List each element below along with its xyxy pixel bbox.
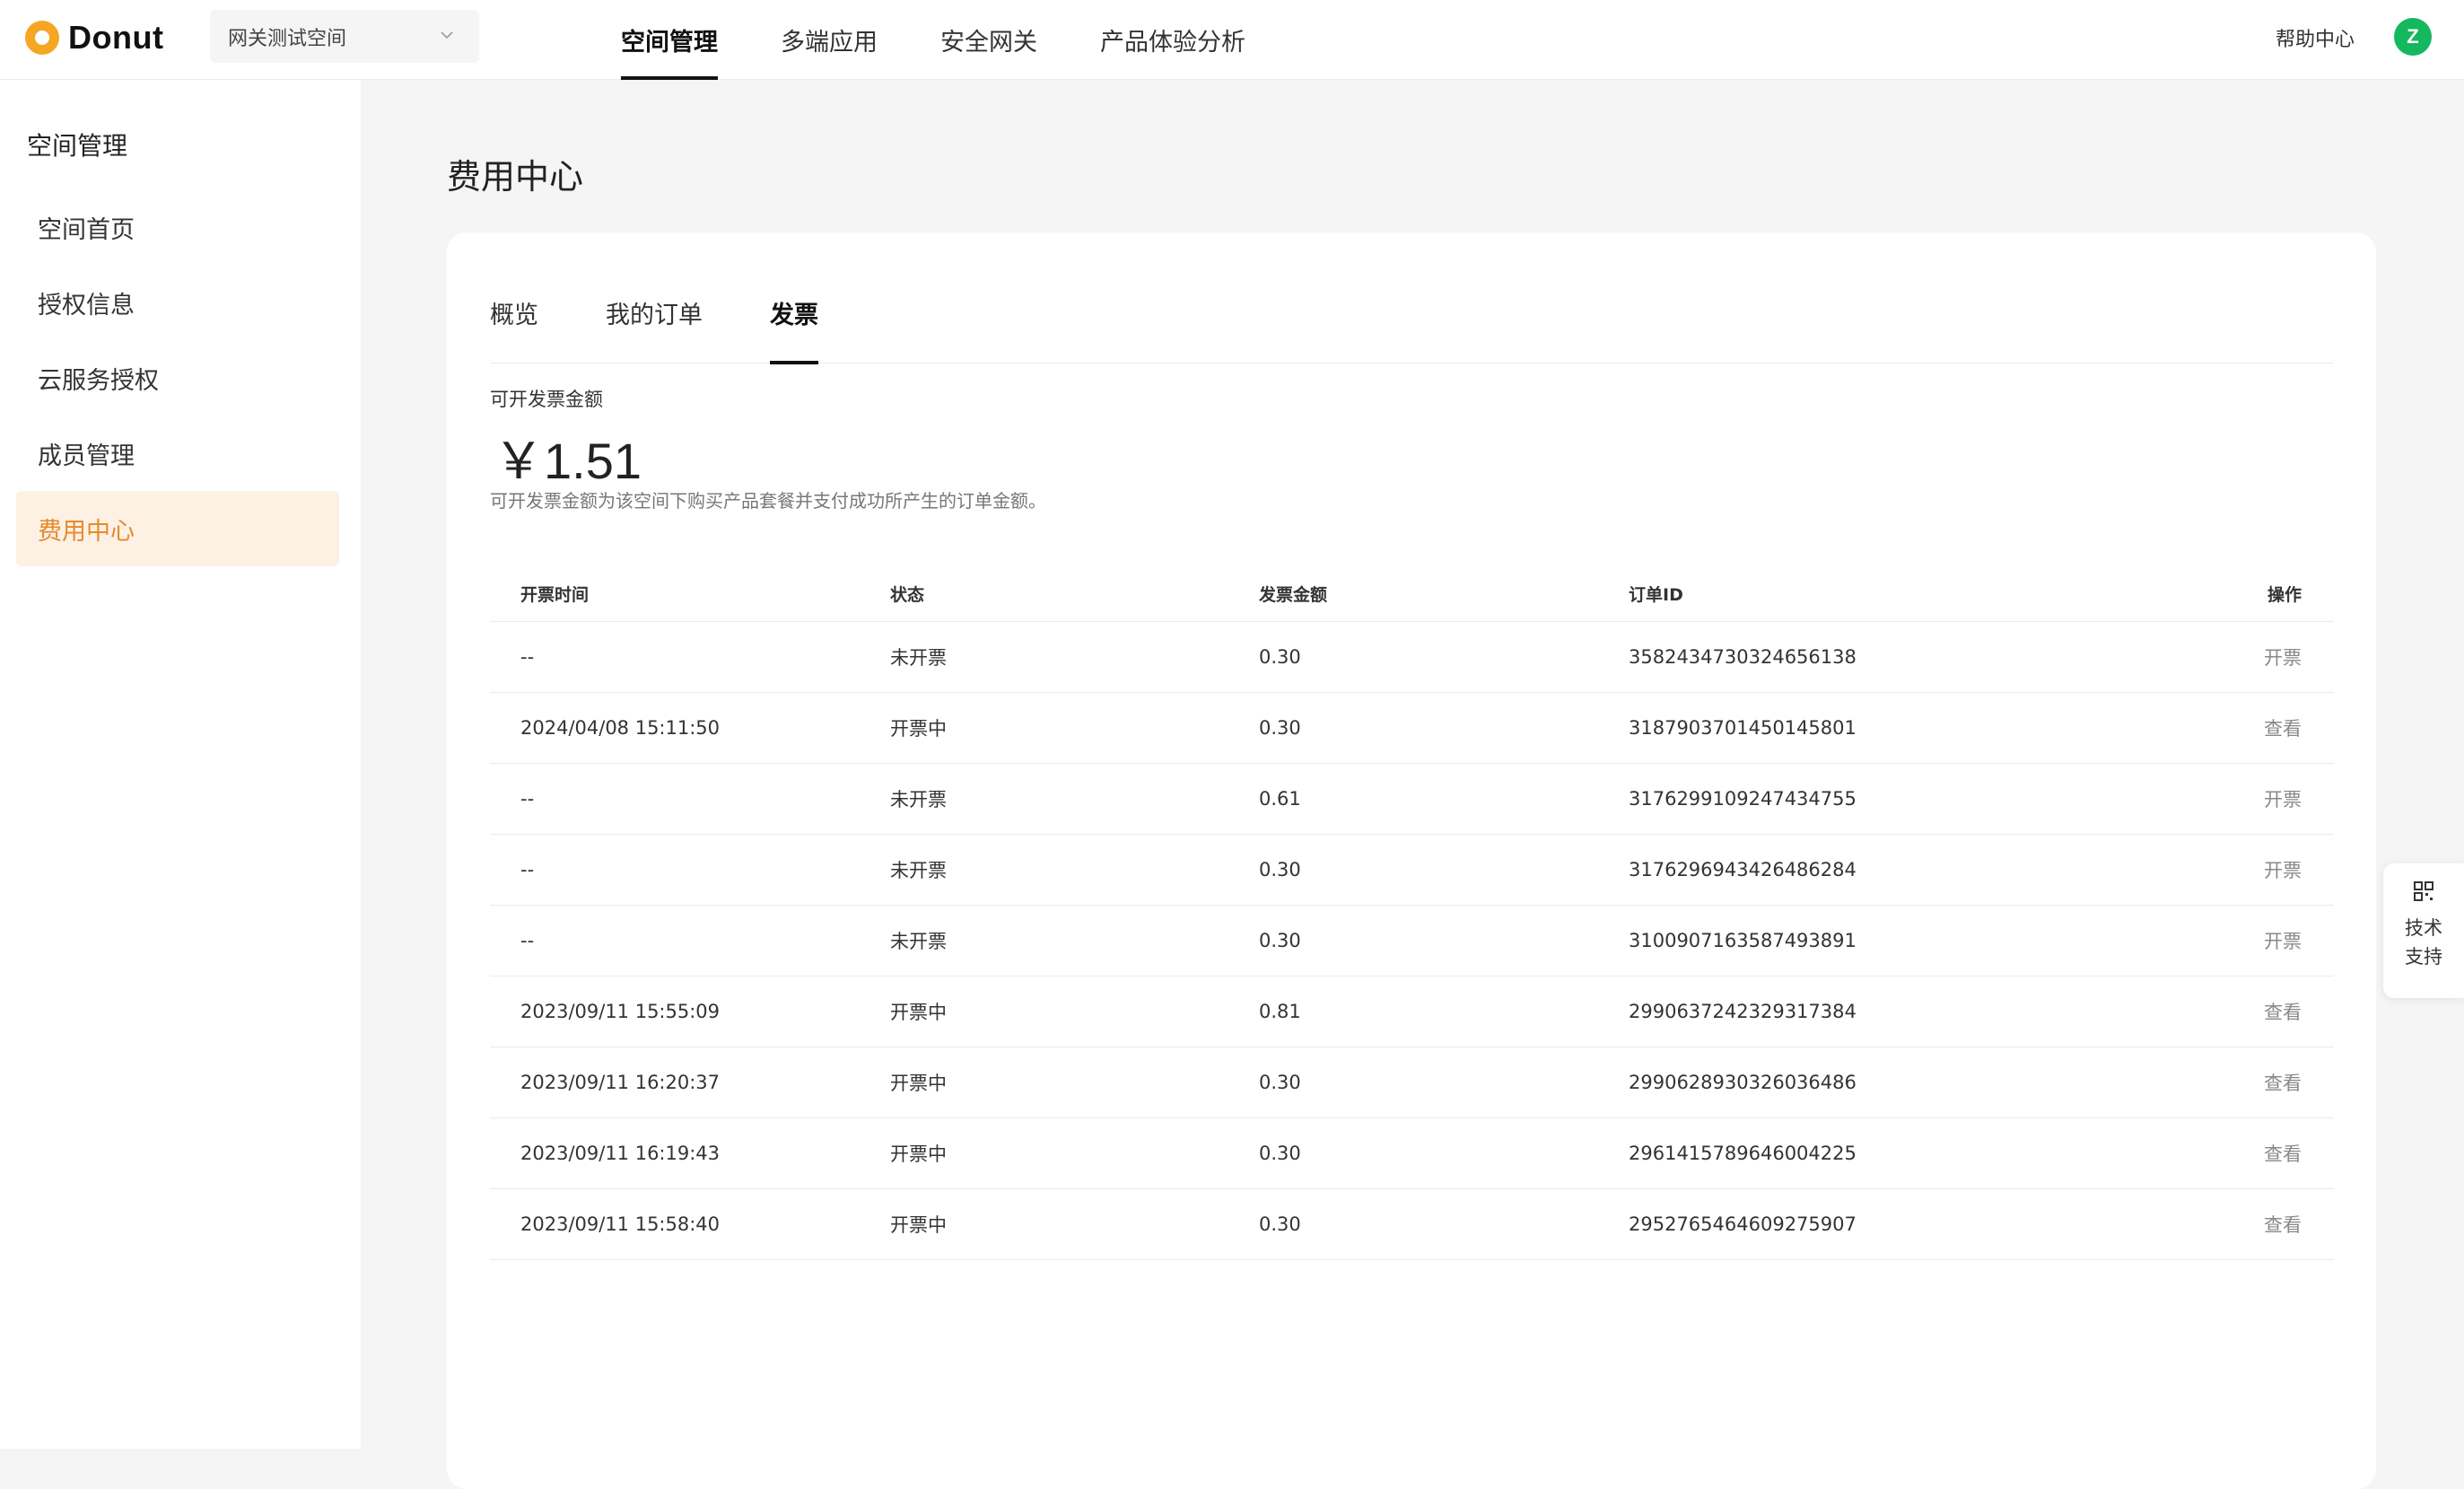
sidebar-title: 空间管理	[27, 131, 128, 161]
cell-status: 开票中	[890, 1073, 947, 1094]
table-row: -- 未开票 0.30 3582434730324656138 开票	[490, 622, 2334, 693]
cell-time: 2023/09/11 16:19:43	[520, 1143, 721, 1164]
donut-logo-icon	[25, 21, 59, 55]
cell-amount: 0.30	[1259, 1072, 1301, 1093]
help-center-link[interactable]: 帮助中心	[2276, 23, 2355, 52]
cell-time: --	[520, 930, 535, 951]
invoice-table: 开票时间 状态 发票金额 订单ID 操作 -- 未开票 0.30 3582434730…	[490, 566, 2334, 1260]
main-nav: 空间管理 多端应用 安全网关 产品体验分析	[621, 0, 1308, 80]
cell-amount: 0.30	[1259, 1143, 1301, 1164]
cell-order-id: 3582434730324656138	[1629, 646, 1857, 668]
cell-action-link[interactable]: 开票	[2264, 927, 2302, 954]
column-header-status: 状态	[890, 585, 925, 605]
table-row: 2023/09/11 16:20:37 开票中 0.30 29906289303260…	[490, 1047, 2334, 1118]
cell-status: 开票中	[890, 1002, 947, 1023]
cell-action-link[interactable]: 开票	[2264, 644, 2302, 670]
column-header-action: 操作	[2267, 585, 2302, 605]
cell-time: 2023/09/11 15:55:09	[520, 1001, 721, 1022]
space-selector-value: 网关测试空间	[228, 27, 347, 50]
invoiceable-amount-label: 可开发票金额	[490, 389, 603, 410]
table-row: -- 未开票 0.30 3176296943426486284 开票	[490, 835, 2334, 906]
cell-action-link[interactable]: 查看	[2264, 714, 2302, 741]
table-row: 2023/09/11 15:55:09 开票中 0.81 29906372423293…	[490, 977, 2334, 1047]
table-header: 开票时间 状态 发票金额 订单ID 操作	[490, 566, 2334, 622]
cell-action-link[interactable]: 开票	[2264, 785, 2302, 812]
sidebar-item-cloud-service-auth[interactable]: 云服务授权	[16, 340, 339, 416]
sidebar-item-space-home[interactable]: 空间首页	[16, 189, 339, 265]
cell-action-link[interactable]: 开票	[2264, 856, 2302, 883]
cell-time: --	[520, 788, 535, 810]
cell-time: 2023/09/11 16:20:37	[520, 1072, 721, 1093]
cell-time: 2023/09/11 15:58:40	[520, 1213, 721, 1235]
sidebar: 空间管理 空间首页 授权信息 云服务授权 成员管理 费用中心	[0, 80, 361, 1449]
cell-status: 开票中	[890, 1214, 947, 1236]
qr-code-icon	[2414, 881, 2433, 901]
sidebar-item-members[interactable]: 成员管理	[16, 416, 339, 491]
cell-time: --	[520, 646, 535, 668]
table-row: -- 未开票 0.61 3176299109247434755 开票	[490, 764, 2334, 835]
avatar[interactable]: Z	[2394, 18, 2432, 56]
cell-amount: 0.30	[1259, 646, 1301, 668]
cell-amount: 0.30	[1259, 717, 1301, 739]
cell-time: 2024/04/08 15:11:50	[520, 717, 721, 739]
nav-product-analytics[interactable]: 产品体验分析	[1100, 0, 1245, 80]
cell-time: --	[520, 859, 535, 880]
cell-order-id: 3176296943426486284	[1629, 859, 1857, 880]
table-row: -- 未开票 0.30 3100907163587493891 开票	[490, 906, 2334, 977]
sidebar-item-billing-center[interactable]: 费用中心	[16, 491, 339, 566]
page-title: 费用中心	[447, 157, 584, 197]
nav-space-management[interactable]: 空间管理	[621, 0, 718, 80]
cell-status: 开票中	[890, 718, 947, 740]
cell-status: 开票中	[890, 1143, 947, 1165]
column-header-amount: 发票金额	[1259, 585, 1328, 605]
cell-amount: 0.30	[1259, 859, 1301, 880]
tech-support-widget[interactable]: 技术支持	[2383, 863, 2464, 998]
invoice-card: 概览 我的订单 发票 可开发票金额 ￥1.51 可开发票金额为该空间下购买产品套…	[447, 232, 2376, 1489]
space-selector[interactable]: 网关测试空间	[210, 10, 479, 63]
cell-status: 未开票	[890, 931, 947, 952]
tab-my-orders[interactable]: 我的订单	[606, 288, 703, 363]
cell-status: 未开票	[890, 789, 947, 810]
tab-overview[interactable]: 概览	[490, 288, 538, 363]
table-row: 2024/04/08 15:11:50 开票中 0.30 31879037014501…	[490, 693, 2334, 764]
cell-action-link[interactable]: 查看	[2264, 1069, 2302, 1096]
invoiceable-amount-description: 可开发票金额为该空间下购买产品套餐并支付成功所产生的订单金额。	[490, 490, 1046, 512]
tab-invoices[interactable]: 发票	[770, 288, 818, 364]
table-body: -- 未开票 0.30 3582434730324656138 开票 2024/04/08…	[490, 622, 2334, 1260]
column-header-order-id: 订单ID	[1629, 585, 1683, 605]
table-row: 2023/09/11 16:19:43 开票中 0.30 29614157896460…	[490, 1118, 2334, 1189]
top-bar: Donut 网关测试空间 空间管理 多端应用 安全网关 产品体验分析 帮助中心 …	[0, 0, 2464, 80]
sidebar-item-license-info[interactable]: 授权信息	[16, 265, 339, 340]
cell-order-id: 3176299109247434755	[1629, 788, 1857, 810]
nav-multi-platform-apps[interactable]: 多端应用	[781, 0, 878, 80]
cell-order-id: 2990637242329317384	[1629, 1001, 1857, 1022]
invoiceable-amount-value: ￥1.51	[494, 433, 642, 489]
column-header-time: 开票时间	[520, 585, 590, 605]
cell-action-link[interactable]: 查看	[2264, 1211, 2302, 1238]
cell-order-id: 2952765464609275907	[1629, 1213, 1857, 1235]
cell-amount: 0.61	[1259, 788, 1301, 810]
cell-action-link[interactable]: 查看	[2264, 998, 2302, 1025]
logo[interactable]: Donut	[25, 18, 163, 57]
nav-security-gateway[interactable]: 安全网关	[940, 0, 1037, 80]
cell-amount: 0.30	[1259, 1213, 1301, 1235]
cell-amount: 0.30	[1259, 930, 1301, 951]
cell-action-link[interactable]: 查看	[2264, 1140, 2302, 1167]
cell-status: 未开票	[890, 860, 947, 881]
tech-support-label: 技术支持	[2405, 917, 2442, 968]
tab-bar: 概览 我的订单 发票	[490, 288, 2334, 364]
table-row: 2023/09/11 15:58:40 开票中 0.30 29527654646092…	[490, 1189, 2334, 1260]
cell-order-id: 2961415789646004225	[1629, 1143, 1857, 1164]
logo-text: Donut	[68, 19, 164, 56]
chevron-down-icon	[441, 31, 453, 39]
cell-order-id: 2990628930326036486	[1629, 1072, 1857, 1093]
cell-amount: 0.81	[1259, 1001, 1301, 1022]
cell-status: 未开票	[890, 647, 947, 669]
cell-order-id: 3100907163587493891	[1629, 930, 1857, 951]
cell-order-id: 3187903701450145801	[1629, 717, 1857, 739]
